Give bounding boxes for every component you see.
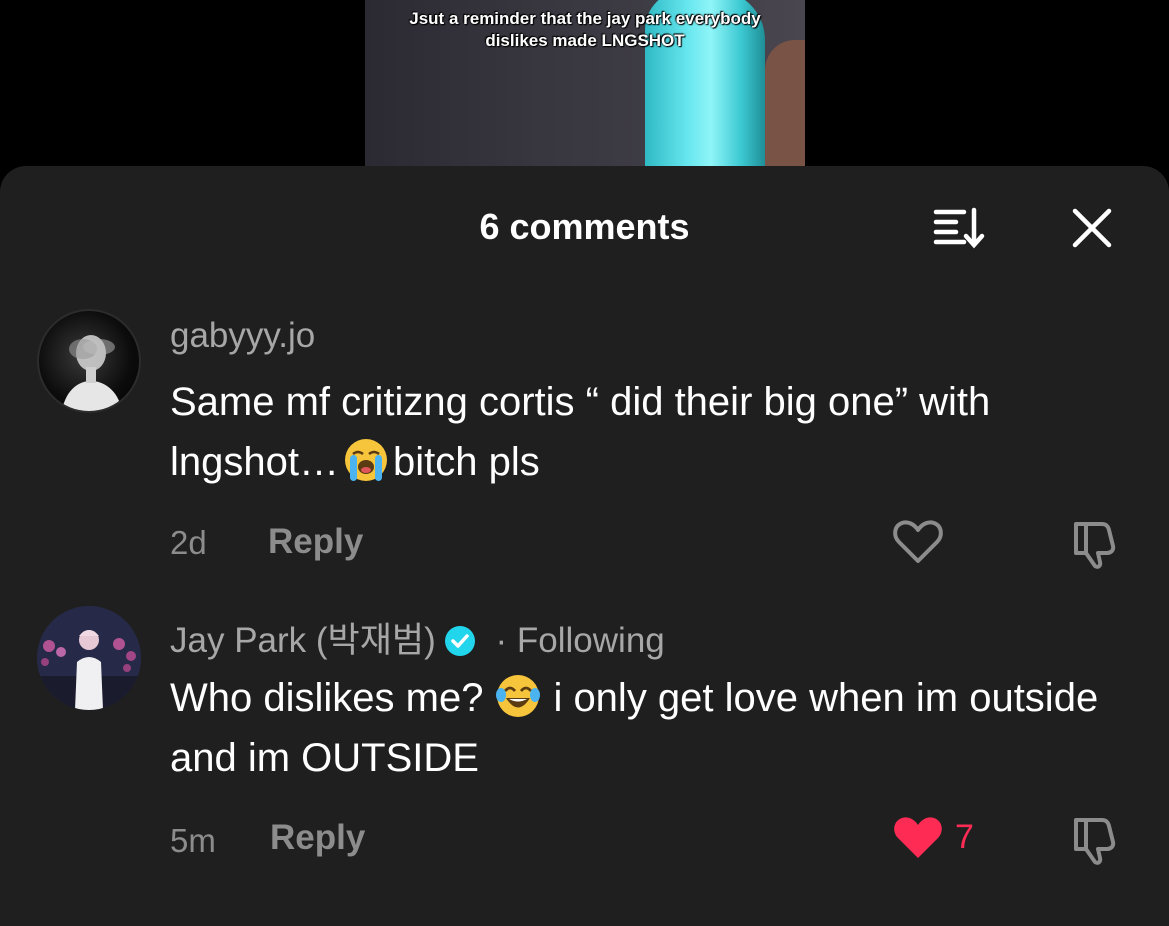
reply-button[interactable]: Reply xyxy=(270,818,365,858)
sort-button[interactable] xyxy=(930,204,990,252)
reply-button[interactable]: Reply xyxy=(268,522,363,562)
avatar[interactable] xyxy=(37,309,141,413)
thumbs-down-icon xyxy=(1074,522,1116,569)
like-button[interactable] xyxy=(890,810,946,866)
following-label: · Following xyxy=(495,621,665,660)
tears-of-joy-emoji-icon xyxy=(496,675,541,717)
video-caption: Jsut a reminder that the jay park everyb… xyxy=(365,8,805,52)
comment-text-part-1: Who dislikes me? xyxy=(170,676,484,720)
avatar-figure-graphic xyxy=(61,335,123,411)
comment-username[interactable]: gabyyy.jo xyxy=(170,316,315,356)
avatar-concert-graphic xyxy=(37,606,141,710)
comments-count-title: 6 comments xyxy=(479,206,690,247)
thumbs-down-icon xyxy=(1074,818,1116,865)
like-count: 7 xyxy=(955,818,974,856)
heart-outline-icon xyxy=(893,520,943,563)
video-thumbnail[interactable]: Jsut a reminder that the jay park everyb… xyxy=(365,0,805,166)
avatar[interactable] xyxy=(37,606,141,710)
dislike-button[interactable] xyxy=(1068,516,1124,572)
comment-username-row: Jay Park (박재범) · Following xyxy=(170,612,665,663)
heart-filled-icon xyxy=(894,817,942,858)
comments-sheet: 6 comments gabyyy.jo Same mf critizng co… xyxy=(0,166,1169,926)
video-caption-line-1: Jsut a reminder that the jay park everyb… xyxy=(409,9,761,28)
comment-text: Same mf critizng cortis “ did their big … xyxy=(170,372,1130,492)
video-caption-line-2: dislikes made LNGSHOT xyxy=(485,31,685,50)
video-shoulder-graphic xyxy=(765,40,805,166)
comment-text-part-1: Same mf critizng cortis “ did their big … xyxy=(170,380,991,484)
close-icon xyxy=(1072,208,1112,248)
comment-username[interactable]: Jay Park (박재범) xyxy=(170,621,436,660)
dislike-button[interactable] xyxy=(1068,812,1124,868)
like-button[interactable] xyxy=(890,514,946,570)
sort-icon xyxy=(933,207,985,249)
close-button[interactable] xyxy=(1068,204,1116,252)
video-area: Jsut a reminder that the jay park everyb… xyxy=(0,0,1169,175)
verified-badge-icon xyxy=(444,626,475,656)
comment-text-part-2: bitch pls xyxy=(392,440,540,484)
comment-text: Who dislikes me? i only get love when im… xyxy=(170,668,1130,788)
loudly-crying-emoji-icon xyxy=(344,439,387,481)
comment-age: 2d xyxy=(170,524,207,561)
comment-age: 5m xyxy=(170,822,216,859)
